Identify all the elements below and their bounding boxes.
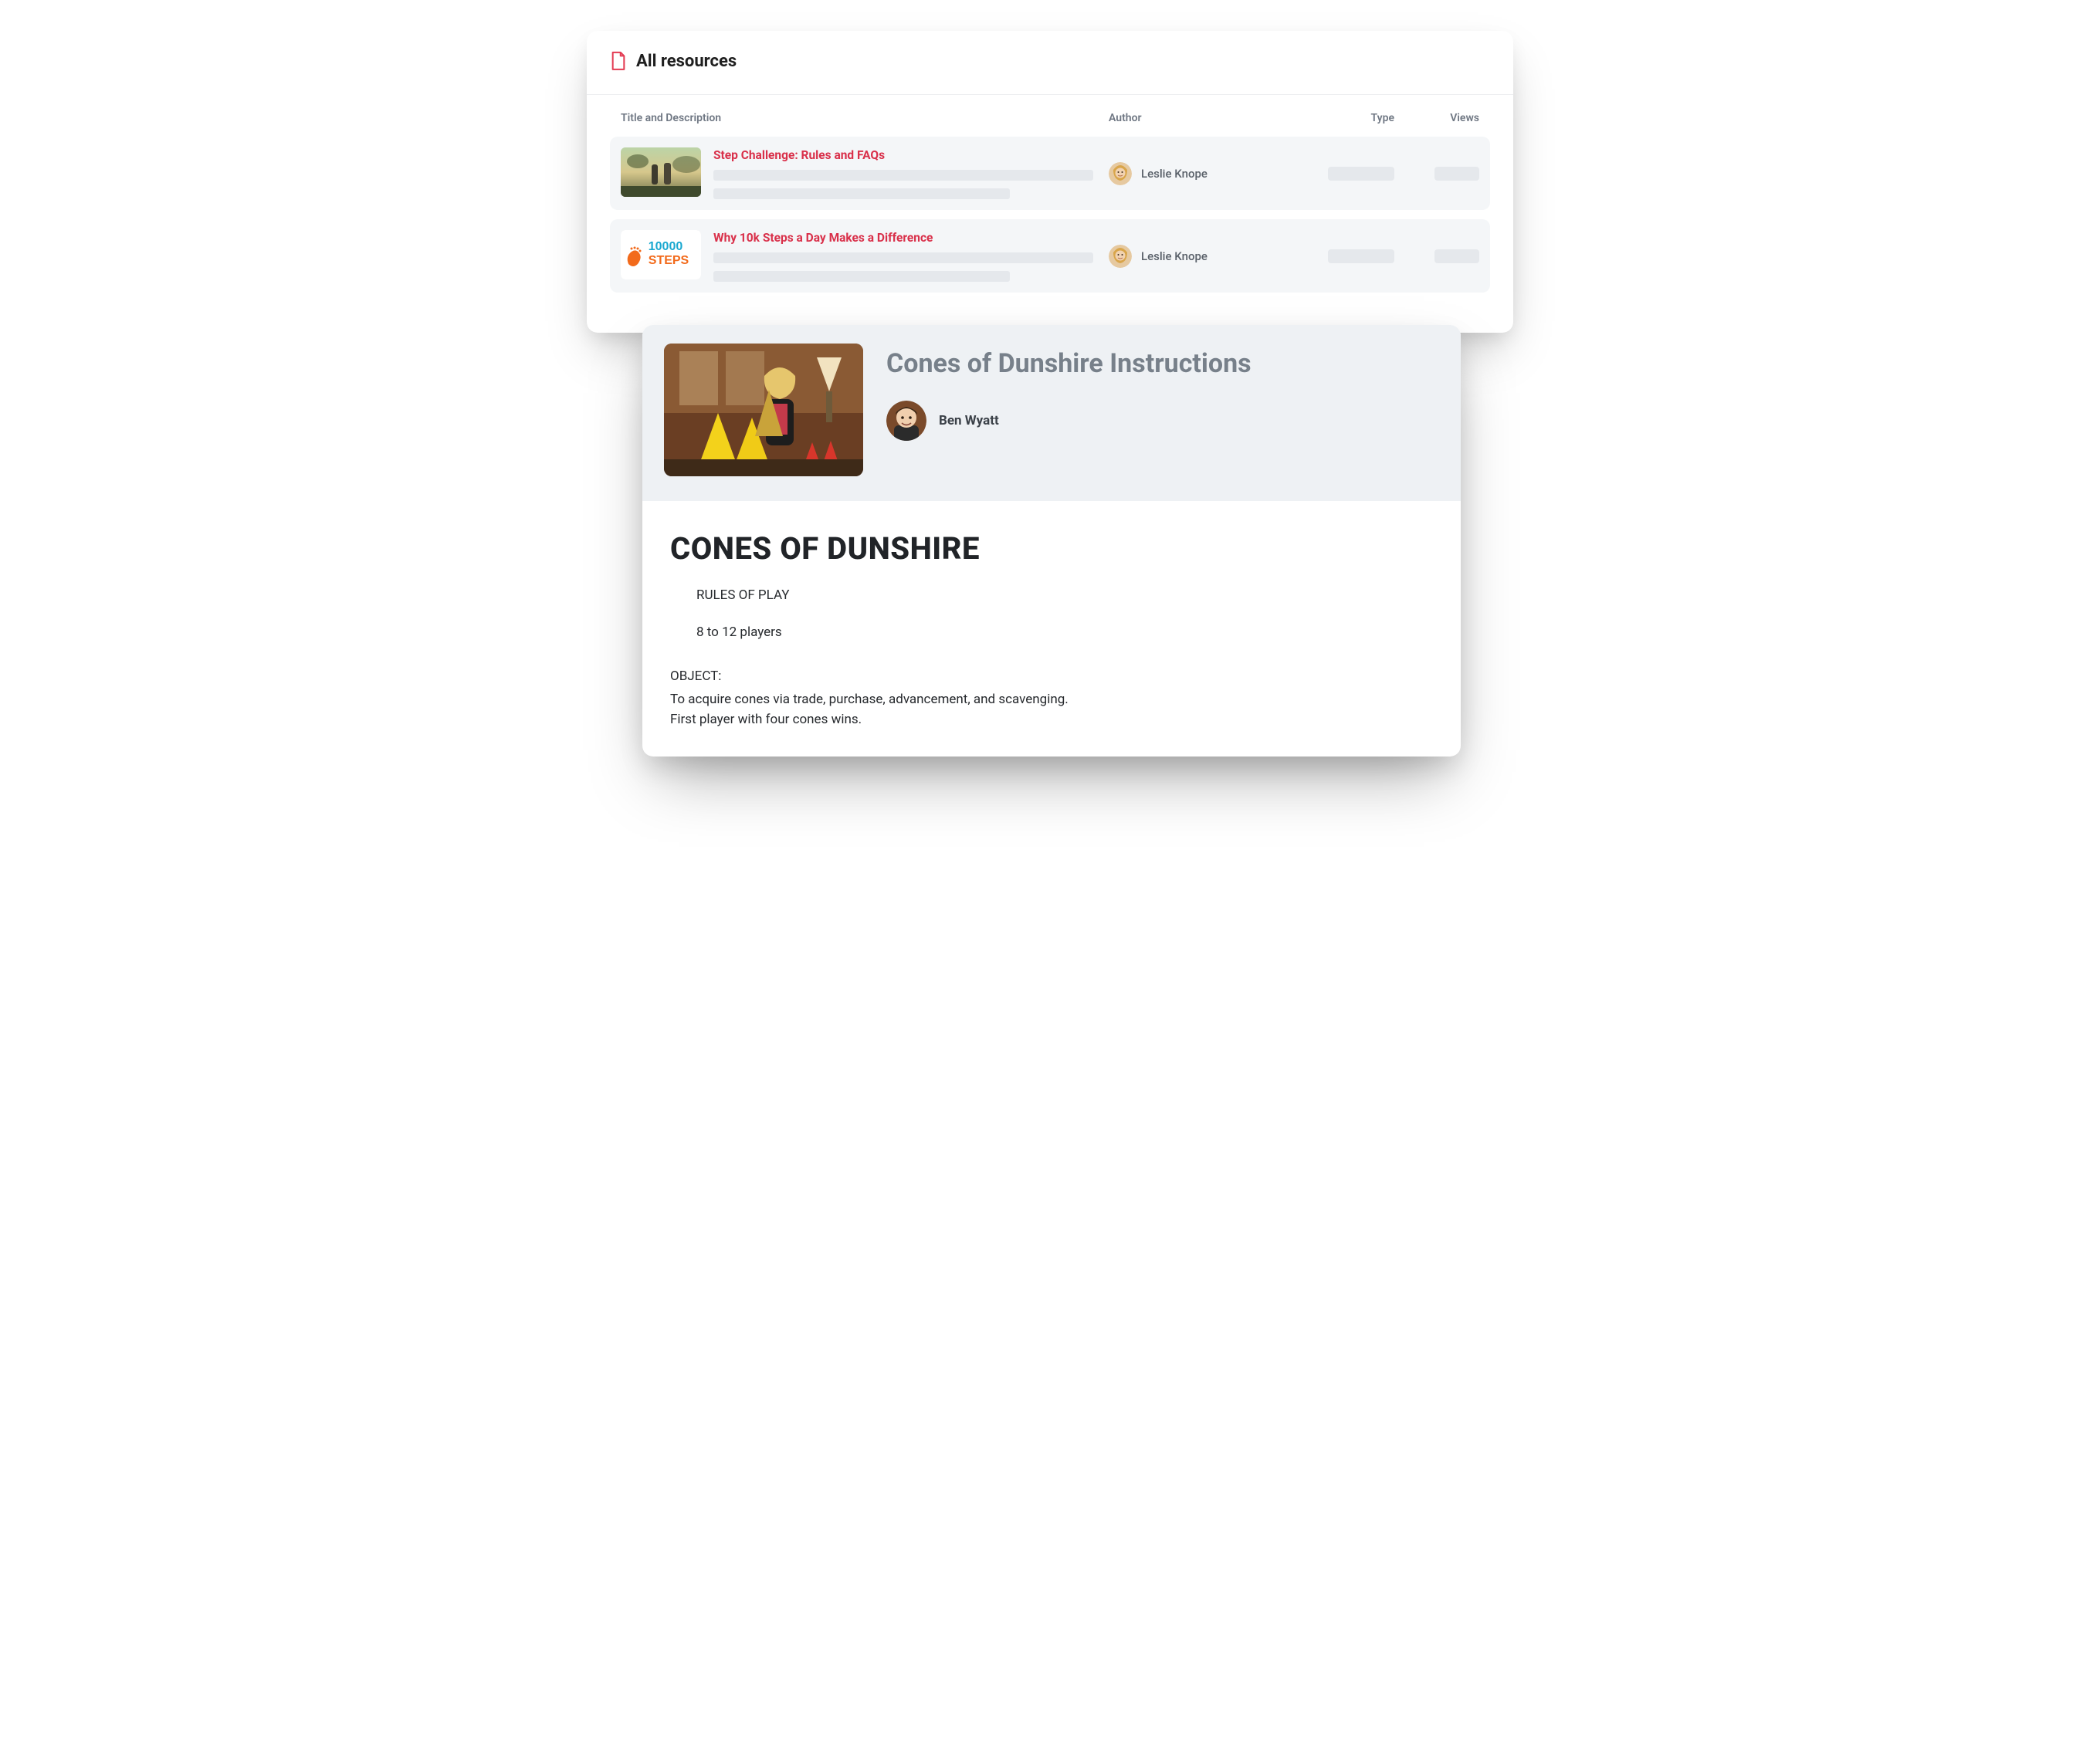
views-cell	[1394, 167, 1479, 181]
author-cell: Leslie Knope	[1109, 245, 1279, 268]
file-icon	[610, 51, 627, 71]
object-text: To acquire cones via trade, purchase, ad…	[670, 689, 1072, 730]
views-cell	[1394, 249, 1479, 263]
type-placeholder	[1328, 167, 1394, 181]
title-texts: Step Challenge: Rules and FAQs	[713, 147, 1109, 199]
detail-header: Cones of Dunshire Instructions	[642, 325, 1461, 501]
object-label: OBJECT:	[670, 666, 1433, 686]
detail-author-name: Ben Wyatt	[939, 413, 999, 428]
detail-author: Ben Wyatt	[886, 401, 1439, 441]
resources-header: All resources	[610, 51, 1490, 71]
resource-detail-card: Cones of Dunshire Instructions	[642, 325, 1461, 757]
description-placeholder	[713, 252, 1093, 263]
column-headers: Title and Description Author Type Views	[610, 95, 1490, 137]
col-author: Author	[1109, 112, 1279, 124]
type-cell	[1279, 249, 1394, 263]
col-views: Views	[1394, 112, 1479, 124]
title-cell: 10000 STEPS Why 10k Steps a Day Makes a …	[621, 230, 1109, 282]
author-cell: Leslie Knope	[1109, 162, 1279, 185]
row-thumbnail: 10000 STEPS	[621, 230, 701, 279]
row-title-link[interactable]: Why 10k Steps a Day Makes a Difference	[713, 231, 933, 245]
detail-title: Cones of Dunshire Instructions	[886, 348, 1439, 379]
svg-text:10000: 10000	[649, 240, 683, 253]
description-placeholder	[713, 271, 1010, 282]
title-texts: Why 10k Steps a Day Makes a Difference	[713, 230, 1109, 282]
players-count: 8 to 12 players	[696, 622, 1433, 642]
avatar	[1109, 162, 1132, 185]
col-type: Type	[1279, 112, 1394, 124]
resources-card: All resources Title and Description Auth…	[587, 31, 1513, 333]
detail-body: CONES OF DUNSHIRE RULES OF PLAY 8 to 12 …	[642, 501, 1461, 757]
avatar	[886, 401, 926, 441]
description-placeholder	[713, 188, 1010, 199]
document-heading: CONES OF DUNSHIRE	[670, 530, 1433, 567]
author-name: Leslie Knope	[1141, 167, 1208, 181]
title-cell: Step Challenge: Rules and FAQs	[621, 147, 1109, 199]
author-name: Leslie Knope	[1141, 249, 1208, 263]
type-placeholder	[1328, 249, 1394, 263]
detail-thumbnail	[664, 344, 863, 476]
col-title: Title and Description	[621, 112, 1109, 124]
views-placeholder	[1434, 249, 1479, 263]
avatar	[1109, 245, 1132, 268]
rules-label: RULES OF PLAY	[696, 585, 1433, 605]
svg-text:STEPS: STEPS	[649, 254, 689, 267]
resources-title: All resources	[636, 52, 737, 71]
table-row[interactable]: Step Challenge: Rules and FAQs	[610, 137, 1490, 210]
type-cell	[1279, 167, 1394, 181]
row-thumbnail	[621, 147, 701, 197]
row-title-link[interactable]: Step Challenge: Rules and FAQs	[713, 148, 885, 162]
views-placeholder	[1434, 167, 1479, 181]
table-row[interactable]: 10000 STEPS Why 10k Steps a Day Makes a …	[610, 219, 1490, 293]
description-placeholder	[713, 170, 1093, 181]
detail-title-block: Cones of Dunshire Instructions	[886, 344, 1439, 441]
